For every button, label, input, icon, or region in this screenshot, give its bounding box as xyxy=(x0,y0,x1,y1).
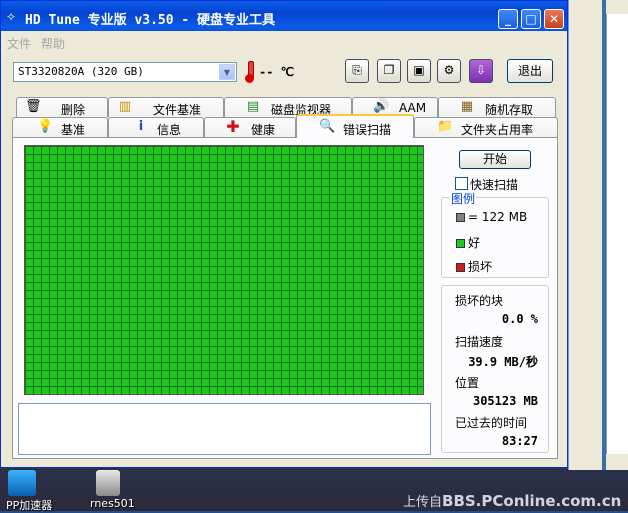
exit-button[interactable]: 退出 xyxy=(507,59,553,83)
legend-row-good: 好 xyxy=(456,234,480,251)
toolbar: ST3320820A (320 GB) ▼ -- ℃ ⎘ ❐ ▣ ⚙ ⇩ 退出 xyxy=(1,53,567,91)
watermark-site: BBS.PConline.com.cn xyxy=(442,492,622,510)
tab-health[interactable]: ✚ 健康 xyxy=(204,117,296,137)
scan-log-box[interactable] xyxy=(18,403,431,455)
watermark: 上传自BBS.PConline.com.cn xyxy=(403,491,621,510)
bad-blocks-label: 损坏的块 xyxy=(455,294,504,308)
tab-health-label: 健康 xyxy=(251,123,276,137)
tab-random-access[interactable]: ▦ 随机存取 xyxy=(438,97,556,117)
options-icon[interactable]: ⚙ xyxy=(437,59,461,83)
quick-scan-label: 快速扫描 xyxy=(470,178,519,192)
tab-file-benchmark-label: 文件基准 xyxy=(153,103,202,117)
tab-erase-label: 删除 xyxy=(61,103,86,117)
trash-icon: 🗑 xyxy=(25,99,42,114)
position-value: 305123 MB xyxy=(472,394,538,408)
close-button[interactable]: ✕ xyxy=(544,9,564,29)
save-icon[interactable]: ▣ xyxy=(407,59,431,83)
maximize-button[interactable]: □ xyxy=(521,9,541,29)
legend-good-swatch xyxy=(456,239,465,248)
menu-file[interactable]: 文件 xyxy=(7,35,31,52)
info-icon: i xyxy=(138,119,144,134)
scan-speed-value: 39.9 MB/秒 xyxy=(468,355,538,369)
rnes501-icon[interactable] xyxy=(96,470,120,496)
benchmark-icon: 💡 xyxy=(37,119,54,134)
speaker-icon: 🔊 xyxy=(373,99,390,114)
temperature-readout: -- ℃ xyxy=(259,65,295,79)
background-window xyxy=(568,0,628,470)
scan-block-map xyxy=(24,145,424,395)
minimize-button[interactable]: _ xyxy=(498,9,518,29)
tab-error-scan-label: 错误扫描 xyxy=(343,123,392,137)
legend-bad-label: 损坏 xyxy=(468,260,493,274)
error-scan-panel: 开始 快速扫描 图例 = 122 MB 好 损坏 损坏的块 0.0 % 扫描速度… xyxy=(12,137,558,459)
title-bar[interactable]: ✧ HD Tune 专业版 v3.50 - 硬盘专业工具 _ □ ✕ xyxy=(1,1,567,31)
scan-speed-label: 扫描速度 xyxy=(455,335,504,349)
tab-erase[interactable]: 🗑 删除 xyxy=(16,97,108,117)
search-icon: 🔍 xyxy=(319,119,336,134)
rnes501-label[interactable]: rnes501 xyxy=(90,497,135,510)
disk-monitor-icon: ▤ xyxy=(246,99,260,114)
tab-benchmark[interactable]: 💡 基准 xyxy=(12,117,108,137)
window-title: HD Tune 专业版 v3.50 - 硬盘专业工具 xyxy=(25,13,276,28)
legend-group: 图例 = 122 MB 好 损坏 xyxy=(441,190,549,278)
legend-good-label: 好 xyxy=(468,236,481,250)
file-benchmark-icon: ▥ xyxy=(118,99,132,114)
tab-random-access-label: 随机存取 xyxy=(485,103,534,117)
pp-accelerator-icon[interactable] xyxy=(8,470,36,496)
thermometer-icon xyxy=(245,61,255,83)
elapsed-time-value: 83:27 xyxy=(501,434,538,448)
tab-folder-usage-label: 文件夹占用率 xyxy=(461,123,534,137)
menu-bar: 文件 帮助 xyxy=(1,31,567,53)
menu-help[interactable]: 帮助 xyxy=(41,35,65,52)
watermark-prefix: 上传自 xyxy=(403,495,443,510)
tab-info-label: 信息 xyxy=(157,123,182,137)
legend-row-block: = 122 MB xyxy=(456,210,527,224)
legend-block-label: = 122 MB xyxy=(468,210,528,224)
copy-screen-icon[interactable]: ❐ xyxy=(377,59,401,83)
drive-select-value: ST3320820A (320 GB) xyxy=(18,65,144,78)
elapsed-time-label: 已过去的时间 xyxy=(455,416,528,430)
start-button[interactable]: 开始 xyxy=(459,150,531,169)
tab-folder-usage[interactable]: 📁 文件夹占用率 xyxy=(414,117,558,137)
scan-stats-group: 损坏的块 0.0 % 扫描速度 39.9 MB/秒 位置 305123 MB 已… xyxy=(441,285,549,453)
folder-icon: 📁 xyxy=(437,119,454,134)
chevron-down-icon[interactable]: ▼ xyxy=(219,64,235,80)
legend-bad-swatch xyxy=(456,263,465,272)
hdtune-window: ✧ HD Tune 专业版 v3.50 - 硬盘专业工具 _ □ ✕ 文件 帮助… xyxy=(0,0,568,468)
app-icon: ✧ xyxy=(6,10,17,24)
random-access-icon: ▦ xyxy=(460,99,474,114)
quick-scan-checkbox[interactable] xyxy=(455,177,468,190)
legend-block-swatch xyxy=(456,213,465,222)
health-icon: ✚ xyxy=(226,117,240,136)
legend-title: 图例 xyxy=(450,190,477,207)
tab-file-benchmark[interactable]: ▥ 文件基准 xyxy=(108,97,224,117)
tab-info[interactable]: i 信息 xyxy=(108,117,204,137)
copy-icon[interactable]: ⎘ xyxy=(345,59,369,83)
bad-blocks-value: 0.0 % xyxy=(501,312,538,326)
tab-benchmark-label: 基准 xyxy=(61,123,86,137)
background-window-pane xyxy=(606,14,628,454)
tab-aam-label: AAM xyxy=(399,101,427,115)
download-icon[interactable]: ⇩ xyxy=(469,59,493,83)
tab-error-scan[interactable]: 🔍 错误扫描 xyxy=(296,114,414,138)
drive-select[interactable]: ST3320820A (320 GB) ▼ xyxy=(13,62,237,82)
position-label: 位置 xyxy=(455,376,480,390)
legend-row-bad: 损坏 xyxy=(456,258,492,275)
